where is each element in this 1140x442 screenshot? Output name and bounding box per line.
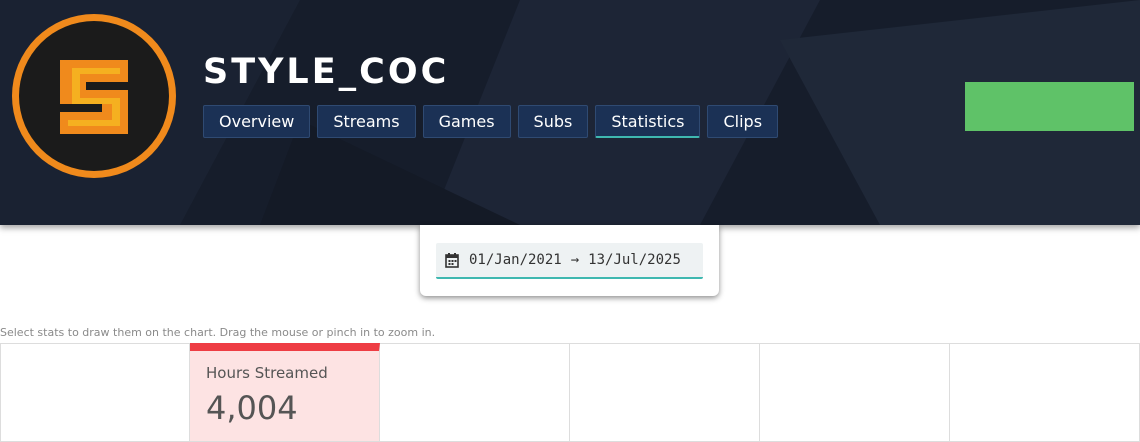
arrow-right-icon: → [570,252,580,268]
calendar-icon [445,252,459,268]
channel-name: STYLE_COC [203,52,450,92]
date-range-card: 01/Jan/2021 → 13/Jul/2025 [420,225,719,296]
channel-avatar-icon[interactable] [10,12,178,180]
tab-clips[interactable]: Clips [707,105,779,138]
stat-card[interactable] [950,343,1140,442]
tab-overview[interactable]: Overview [203,105,311,138]
stat-card[interactable] [760,343,950,442]
channel-header: STYLE_COC Overview Streams Games Subs St… [0,0,1140,225]
stat-card-hours-streamed[interactable]: Hours Streamed 4,004 [190,343,380,442]
stat-card[interactable] [0,343,190,442]
green-action-button[interactable] [965,82,1134,131]
stat-card[interactable] [380,343,570,442]
date-range-picker[interactable]: 01/Jan/2021 → 13/Jul/2025 [436,243,703,279]
nav-tabs: Overview Streams Games Subs Statistics C… [203,105,779,138]
date-end: 13/Jul/2025 [588,252,681,268]
tab-games[interactable]: Games [422,105,511,138]
stats-row: Hours Streamed 4,004 [0,343,1140,442]
tab-streams[interactable]: Streams [317,105,416,138]
stat-card[interactable] [570,343,760,442]
stat-value: 4,004 [206,389,298,427]
chart-hint-text: Select stats to draw them on the chart. … [0,326,436,339]
date-start: 01/Jan/2021 [469,252,562,268]
tab-statistics[interactable]: Statistics [595,105,701,138]
tab-subs[interactable]: Subs [517,105,589,138]
stat-label: Hours Streamed [206,364,328,382]
